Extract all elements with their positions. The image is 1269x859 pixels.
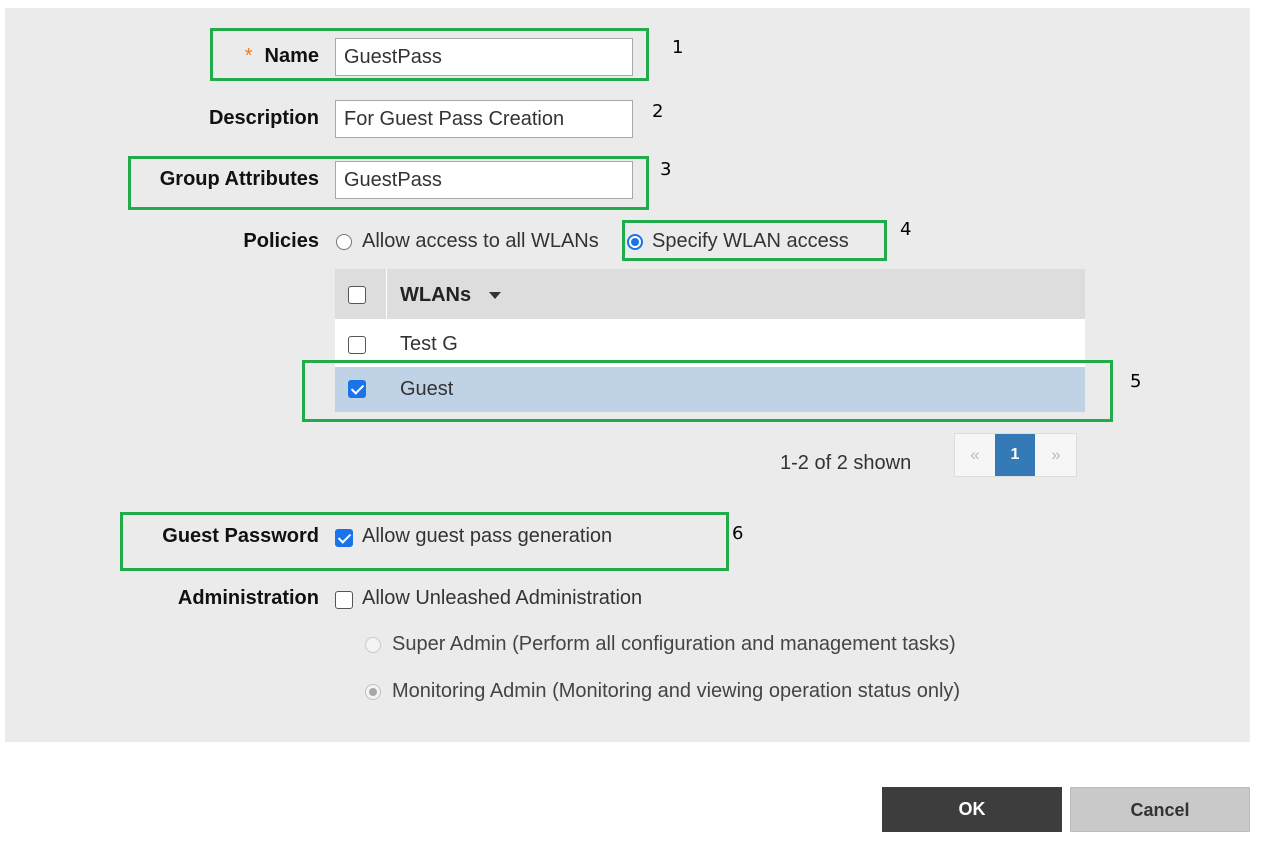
monitoring-admin-label: Monitoring Admin (Monitoring and viewing… [392,680,961,702]
rows-shown-count: 1-2 of 2 shown [780,452,912,474]
page-1-button[interactable]: 1 [995,434,1035,476]
wlans-column-header[interactable]: WLANs [400,284,502,307]
unleashed-administration-label[interactable]: Allow Unleashed Administration [362,587,642,610]
annotation-number-2: 2 [652,101,664,122]
annotation-number-3: 3 [660,159,672,180]
prev-page-button[interactable]: « [955,434,995,476]
allow-all-wlans-radio[interactable] [336,234,352,250]
annotation-number-4: 4 [900,219,912,240]
administration-label: Administration [177,587,319,609]
wlan-name: Test G [400,333,458,355]
annotation-number-6: 6 [732,523,744,544]
pagination: « 1 » [954,433,1077,477]
allow-all-wlans-label[interactable]: Allow access to all WLANs [362,230,599,253]
highlight-box-6 [120,512,729,571]
policies-label: Policies [243,230,319,252]
description-input[interactable] [335,100,633,138]
super-admin-label: Super Admin (Perform all configuration a… [392,633,956,655]
next-page-button[interactable]: » [1036,434,1076,476]
cancel-button[interactable]: Cancel [1070,787,1250,832]
annotation-number-1: 1 [672,37,684,58]
select-all-checkbox[interactable] [348,286,366,304]
monitoring-admin-radio[interactable] [365,684,381,700]
super-admin-radio[interactable] [365,637,381,653]
row-checkbox-test-g[interactable] [348,336,366,354]
highlight-box-4 [622,220,887,261]
sort-down-icon[interactable] [489,292,502,300]
description-label: Description [208,107,319,129]
ok-button[interactable]: OK [882,787,1062,832]
unleashed-administration-checkbox[interactable] [335,591,353,609]
header-separator [386,269,387,319]
highlight-box-1 [210,28,649,81]
annotation-number-5: 5 [1130,371,1142,392]
highlight-box-5 [302,360,1113,422]
wlan-table-header: WLANs [335,269,1085,319]
highlight-box-3 [128,156,649,210]
